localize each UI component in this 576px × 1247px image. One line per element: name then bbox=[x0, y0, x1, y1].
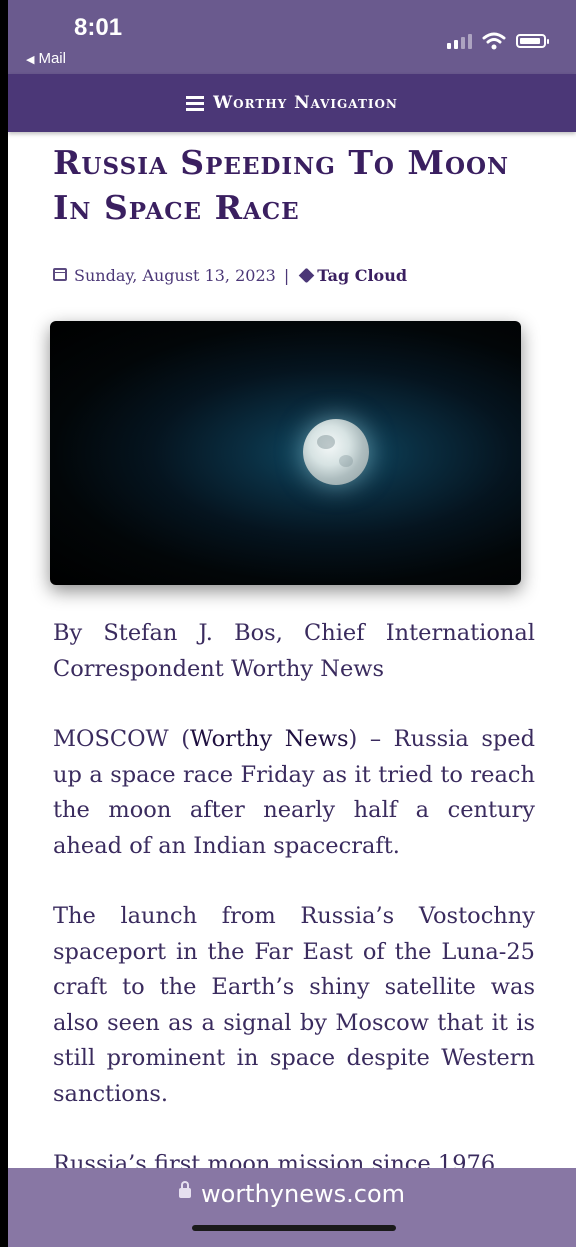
worthy-news-link[interactable]: Worthy News bbox=[190, 726, 349, 752]
article-date: Sunday, August 13, 2023 bbox=[74, 266, 276, 285]
article-meta: Sunday, August 13, 2023 | Tag Cloud bbox=[53, 266, 535, 285]
status-bar: 8:01 ◀ Mail bbox=[8, 0, 576, 74]
article: Russia Speeding To Moon In Space Race Su… bbox=[50, 140, 535, 1177]
hamburger-menu-icon bbox=[186, 95, 205, 111]
tag-cloud-link[interactable]: Tag Cloud bbox=[317, 266, 407, 285]
article-body: By Stefan J. Bos, Chief International Co… bbox=[53, 616, 535, 1218]
status-time: 8:01 bbox=[74, 14, 123, 41]
wifi-icon bbox=[482, 32, 506, 50]
phone-screen: 8:01 ◀ Mail Worthy Navigation Russia Spee… bbox=[8, 0, 576, 1247]
back-arrow-icon: ◀ bbox=[26, 54, 35, 66]
byline: By Stefan J. Bos, Chief International Co… bbox=[53, 620, 535, 682]
back-app-label: Mail bbox=[38, 50, 66, 67]
url-text: worthynews.com bbox=[201, 1180, 405, 1208]
paragraph-1: MOSCOW (Worthy News) – Russia sped up a … bbox=[53, 722, 535, 864]
lock-icon bbox=[179, 1181, 191, 1198]
moon-image bbox=[303, 419, 369, 485]
article-image bbox=[50, 321, 521, 585]
meta-separator: | bbox=[283, 266, 290, 285]
nav-label: Worthy Navigation bbox=[213, 93, 398, 113]
browser-address-bar[interactable]: worthynews.com bbox=[8, 1168, 576, 1247]
signal-icon bbox=[447, 33, 472, 49]
system-icons bbox=[447, 32, 549, 50]
dateline: MOSCOW ( bbox=[53, 726, 191, 752]
site-navigation-bar[interactable]: Worthy Navigation bbox=[8, 74, 576, 132]
back-to-mail-link[interactable]: ◀ Mail bbox=[26, 50, 66, 67]
url-display[interactable]: worthynews.com bbox=[8, 1180, 576, 1208]
home-indicator[interactable] bbox=[192, 1225, 396, 1231]
tag-icon bbox=[298, 267, 315, 284]
calendar-icon bbox=[53, 268, 67, 281]
paragraph-2: The launch from Russia’s Vostochny space… bbox=[53, 903, 535, 1107]
article-title: Russia Speeding To Moon In Space Race bbox=[53, 143, 510, 227]
battery-icon bbox=[516, 34, 549, 48]
